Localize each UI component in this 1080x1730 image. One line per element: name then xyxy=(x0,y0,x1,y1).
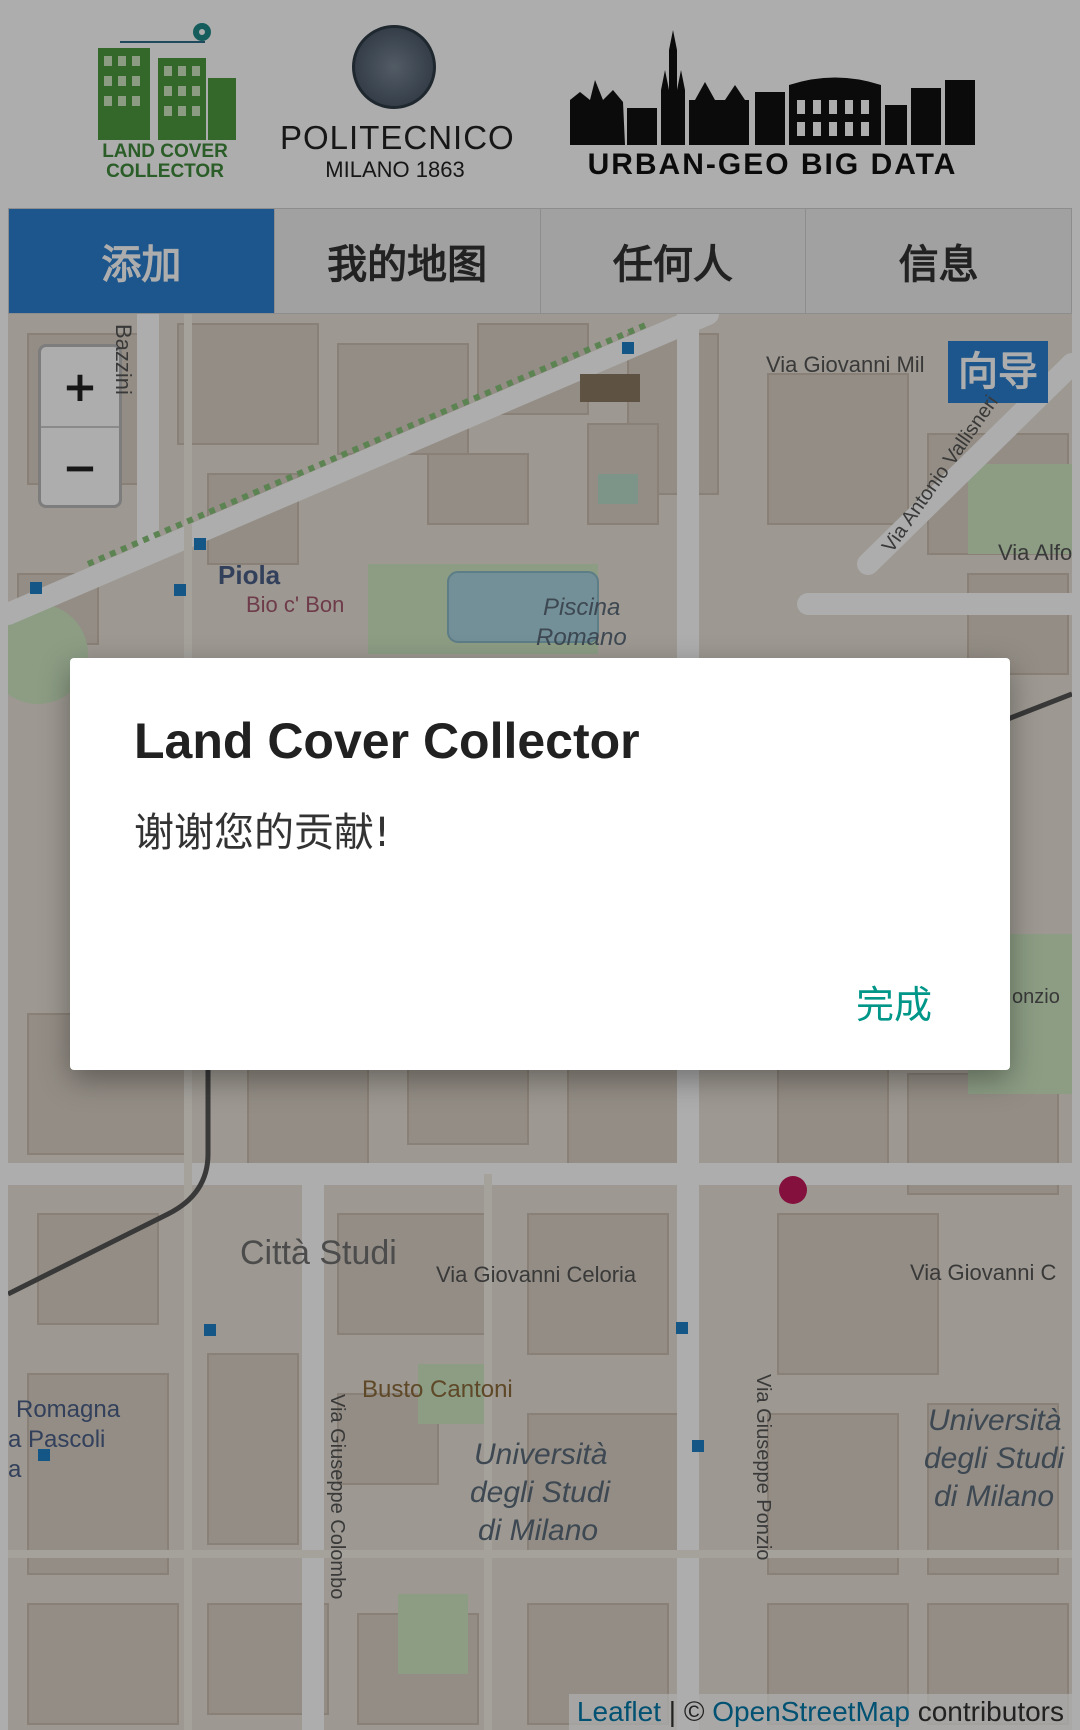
thank-you-dialog: Land Cover Collector 谢谢您的贡献! 完成 xyxy=(70,658,1010,1070)
dialog-title: Land Cover Collector xyxy=(134,713,640,769)
done-button[interactable]: 完成 xyxy=(856,974,932,1029)
dialog-message: 谢谢您的贡献! xyxy=(134,810,391,856)
